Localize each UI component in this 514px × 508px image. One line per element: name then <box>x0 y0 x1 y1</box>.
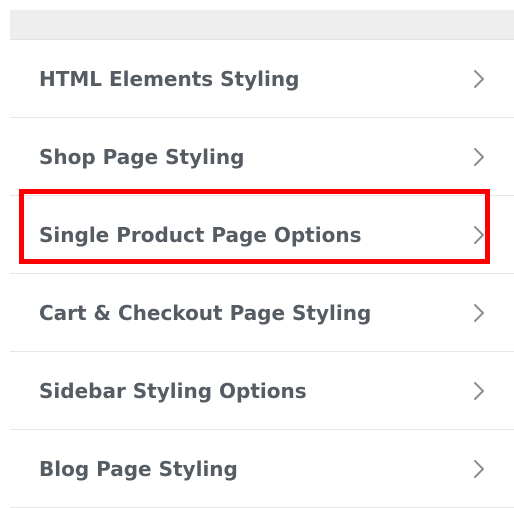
chevron-right-icon <box>473 147 485 167</box>
menu-item-sidebar-styling-options[interactable]: Sidebar Styling Options <box>10 352 514 430</box>
menu-item-cart-checkout-page-styling[interactable]: Cart & Checkout Page Styling <box>10 274 514 352</box>
menu-item-html-elements-styling[interactable]: HTML Elements Styling <box>10 40 514 118</box>
menu-item-single-product-page-options[interactable]: Single Product Page Options <box>10 196 514 274</box>
chevron-right-icon <box>473 381 485 401</box>
menu-item-label: Cart & Checkout Page Styling <box>39 300 372 325</box>
chevron-right-icon <box>473 459 485 479</box>
panel-top-bar <box>10 10 514 40</box>
menu-item-label: Single Product Page Options <box>39 222 362 247</box>
menu-item-label: Sidebar Styling Options <box>39 378 307 403</box>
menu-list: HTML Elements Styling Shop Page Styling … <box>10 40 514 508</box>
chevron-right-icon <box>473 303 485 323</box>
settings-menu-panel: HTML Elements Styling Shop Page Styling … <box>10 10 514 508</box>
chevron-right-icon <box>473 225 485 245</box>
chevron-right-icon <box>473 69 485 89</box>
menu-item-label: HTML Elements Styling <box>39 66 300 91</box>
menu-item-blog-page-styling[interactable]: Blog Page Styling <box>10 430 514 508</box>
menu-item-shop-page-styling[interactable]: Shop Page Styling <box>10 118 514 196</box>
menu-item-label: Blog Page Styling <box>39 456 238 481</box>
menu-item-label: Shop Page Styling <box>39 144 245 169</box>
